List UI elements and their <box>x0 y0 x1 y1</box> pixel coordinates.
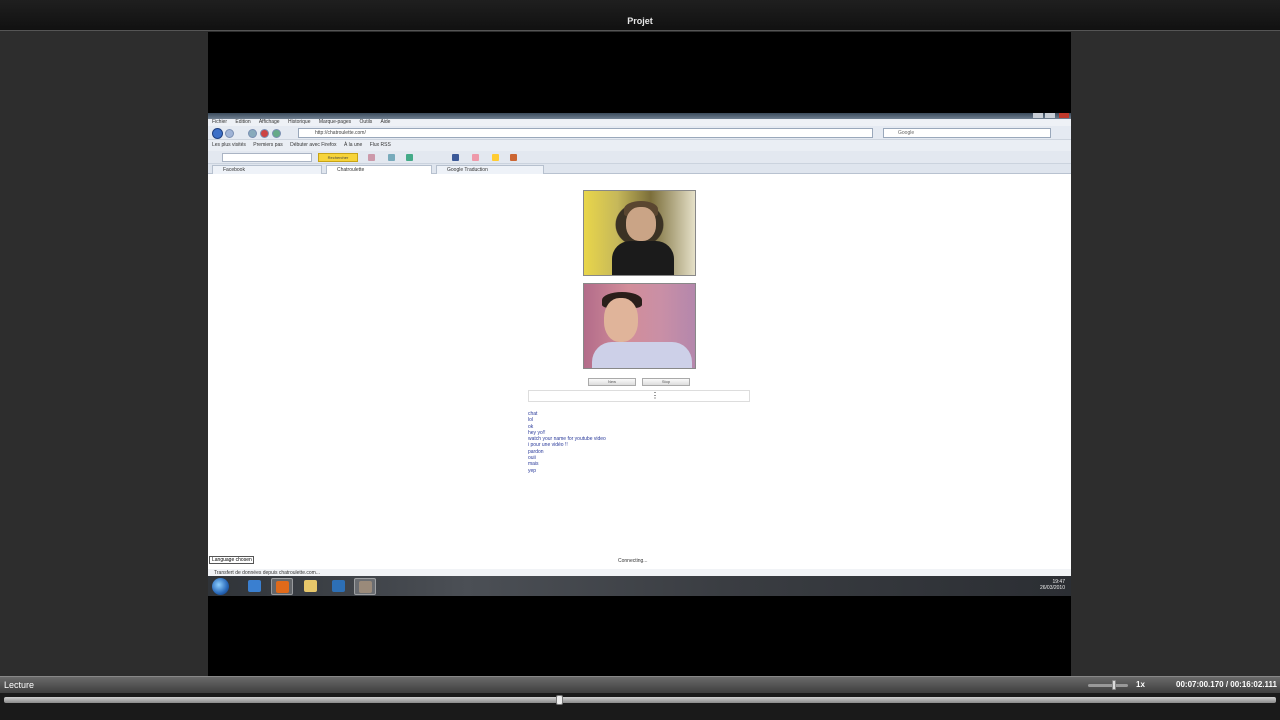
chat-input <box>528 390 750 402</box>
start-orb-icon <box>212 578 229 595</box>
windows-taskbar: 19:47 26/03/2010 <box>208 576 1071 596</box>
recorded-browser-window: Fichier Édition Affichage Historique Mar… <box>208 113 1071 578</box>
back-icon <box>212 128 223 139</box>
toolbar-icon <box>368 154 375 161</box>
toolbar-icon <box>472 154 479 161</box>
tab-google-translate: Google Traduction <box>436 165 544 174</box>
browser-nav-bar: http://chatroulette.com/ Google <box>208 126 1071 140</box>
facebook-icon <box>452 154 459 161</box>
own-webcam-video <box>583 283 696 369</box>
connection-status: Connecting... <box>618 558 648 564</box>
bookmark-item: Flux RSS <box>369 142 391 148</box>
chatroulette-page: New Stop ⋮ chat lol ok hey yo!! watch yo… <box>208 185 1071 569</box>
menu-history: Historique <box>287 119 311 125</box>
stop-button: Stop <box>642 378 690 386</box>
control-bar: Lecture 1x 00:07:00.170 / 00:16:02.111 <box>0 676 1280 693</box>
player-controls: Lecture 1x 00:07:00.170 / 00:16:02.111 <box>0 676 1280 720</box>
browser-tab-strip: Facebook Chatroulette Google Traduction <box>208 164 1071 174</box>
taskbar-item <box>354 578 376 595</box>
maximize-icon <box>1045 113 1055 118</box>
video-player-window: Projet Fichier Édition Affichage Histori… <box>0 0 1280 720</box>
media-player-icon <box>332 580 345 592</box>
new-button: New <box>588 378 636 386</box>
bookmarks-bar: Les plus visités Premiers pas Débuter av… <box>208 140 1071 151</box>
close-icon <box>1059 113 1069 118</box>
taskbar-item <box>328 578 350 595</box>
title-bar: Projet <box>0 0 1280 31</box>
bookmark-item: À la une <box>343 142 363 148</box>
browser-caption-bar <box>208 113 1071 119</box>
seek-bar[interactable] <box>4 697 1276 703</box>
clock-date: 26/03/2010 <box>1039 585 1065 591</box>
seek-knob[interactable] <box>556 695 564 705</box>
tab-chatroulette: Chatroulette <box>326 165 432 174</box>
time-display: 00:07:00.170 / 00:16:02.111 <box>1176 680 1277 689</box>
minimize-icon <box>1033 113 1043 118</box>
folder-icon <box>304 580 317 592</box>
volume-slider[interactable] <box>1088 684 1128 687</box>
toolbar-icon <box>510 154 517 161</box>
window-title: Projet <box>627 16 653 26</box>
bookmark-item: Les plus visités <box>212 142 246 148</box>
firefox-icon <box>276 581 289 593</box>
menu-file: Fichier <box>212 119 228 125</box>
menu-bookmarks: Marque-pages <box>318 119 352 125</box>
taskbar-item <box>300 578 322 595</box>
url-bar: http://chatroulette.com/ <box>298 128 873 138</box>
video-frame[interactable]: Fichier Édition Affichage Historique Mar… <box>208 32 1071 676</box>
language-status: Language chosen <box>209 556 254 564</box>
mouse-cursor-icon: ⋮ <box>651 391 659 400</box>
menu-tools: Outils <box>359 119 373 125</box>
chat-line: yep <box>528 467 537 474</box>
menu-view: Affichage <box>258 119 280 125</box>
playback-mode-label: Lecture <box>4 680 35 690</box>
forward-icon <box>225 129 234 138</box>
bookmark-item: Débuter avec Firefox <box>290 142 337 148</box>
partner-webcam-video <box>583 190 696 276</box>
toolbar-icon <box>406 154 413 161</box>
chat-log: chat lol ok hey yo!! watch your name for… <box>528 411 606 474</box>
toolbar-icon <box>492 154 499 161</box>
menu-help: Aide <box>380 119 391 125</box>
menu-edit: Édition <box>235 119 251 125</box>
toolbar-search-button: Rechercher <box>318 153 358 162</box>
browser-search-box: Google <box>883 128 1051 138</box>
addon-toolbar: Rechercher <box>208 151 1071 164</box>
tab-facebook: Facebook <box>212 165 322 174</box>
internet-explorer-icon <box>248 580 261 592</box>
home-icon <box>272 129 281 138</box>
recorder-icon <box>359 581 372 593</box>
bookmark-item: Premiers pas <box>253 142 283 148</box>
browser-menu-bar: Fichier Édition Affichage Historique Mar… <box>208 119 1071 126</box>
taskbar-item <box>271 578 293 595</box>
reload-icon <box>248 129 257 138</box>
volume-knob[interactable] <box>1112 680 1116 690</box>
taskbar-item <box>244 578 266 595</box>
system-tray-clock: 19:47 26/03/2010 <box>1040 579 1065 591</box>
playback-speed[interactable]: 1x <box>1136 680 1145 689</box>
stop-icon <box>260 129 269 138</box>
toolbar-icon <box>388 154 395 161</box>
toolbar-search-input <box>222 153 312 162</box>
